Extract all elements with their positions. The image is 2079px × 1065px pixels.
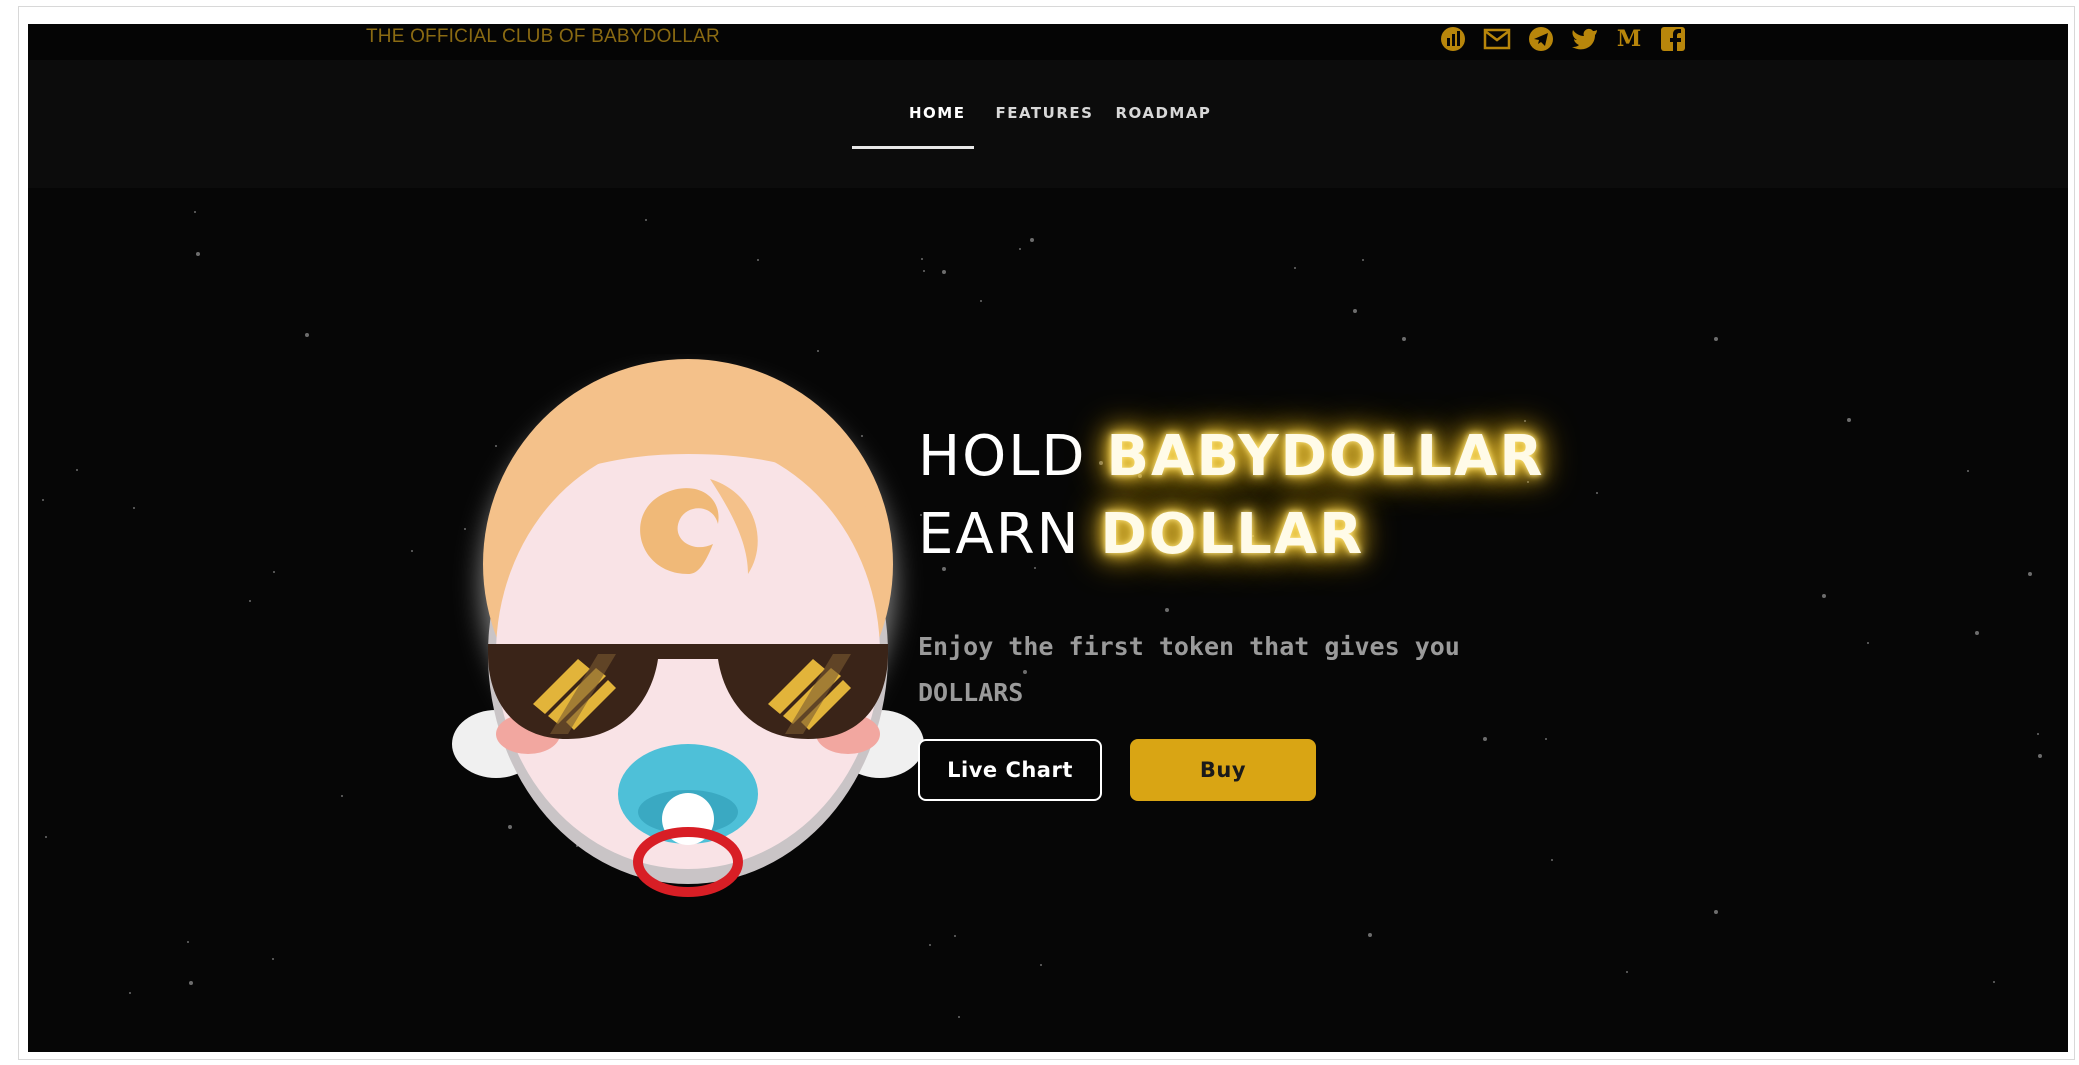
headline-line-2: EARN DOLLAR <box>918 496 1544 574</box>
twitter-icon[interactable] <box>1570 25 1600 53</box>
star <box>1596 492 1598 494</box>
live-chart-button[interactable]: Live Chart <box>918 739 1102 801</box>
star <box>1967 470 1969 472</box>
star <box>1402 337 1406 341</box>
star <box>45 836 47 838</box>
hero-subtitle: Enjoy the first token that gives you DOL… <box>918 632 1460 707</box>
headline-hold: HOLD <box>918 424 1087 489</box>
star <box>2028 572 2032 576</box>
headline-line-1: HOLD BABYDOLLAR <box>918 418 1544 496</box>
nav-features[interactable]: FEATURES <box>995 104 1115 122</box>
medium-icon[interactable]: M <box>1614 25 1644 53</box>
star <box>273 571 275 573</box>
star <box>923 270 925 272</box>
star <box>1165 608 1169 612</box>
star <box>954 935 956 937</box>
star <box>1545 738 1547 740</box>
star <box>1483 737 1487 741</box>
star <box>1822 594 1826 598</box>
star <box>196 252 200 256</box>
star <box>187 941 189 943</box>
star <box>1294 267 1296 269</box>
top-bar: THE OFFICIAL CLUB OF BABYDOLLAR M <box>28 24 2068 60</box>
social-links: M <box>1438 24 1688 54</box>
star <box>1626 971 1628 973</box>
star <box>929 944 931 946</box>
star <box>1551 859 1553 861</box>
star <box>2037 733 2039 735</box>
headline-babydollar: BABYDOLLAR <box>1106 424 1545 489</box>
star <box>2038 754 2042 758</box>
star <box>1975 631 1979 635</box>
star <box>757 259 759 261</box>
star <box>1714 910 1718 914</box>
star <box>1993 981 1995 983</box>
star <box>129 992 131 994</box>
telegram-icon[interactable] <box>1526 25 1556 53</box>
star <box>817 350 819 352</box>
chart-icon[interactable] <box>1438 25 1468 53</box>
headline-dollar: DOLLAR <box>1100 502 1365 567</box>
headline-earn: EARN <box>918 502 1081 567</box>
star <box>1040 964 1042 966</box>
star <box>1362 259 1364 261</box>
star <box>189 981 193 985</box>
star <box>249 600 251 602</box>
buy-button[interactable]: Buy <box>1130 739 1316 801</box>
star <box>958 1016 960 1018</box>
star <box>341 795 343 797</box>
nav-roadmap[interactable]: ROADMAP <box>1115 104 1211 122</box>
website: THE OFFICIAL CLUB OF BABYDOLLAR M HOME F… <box>28 24 2068 1052</box>
star <box>272 958 274 960</box>
navbar: HOME FEATURES ROADMAP <box>28 60 2068 188</box>
hero-headline: HOLD BABYDOLLAR EARN DOLLAR <box>918 418 1544 574</box>
star <box>1867 642 1869 644</box>
babydollar-mascot <box>452 359 924 897</box>
star <box>411 550 413 552</box>
star <box>42 499 44 501</box>
star <box>1353 309 1357 313</box>
star <box>942 270 946 274</box>
facebook-icon[interactable] <box>1658 25 1688 53</box>
star <box>194 211 196 213</box>
star <box>1368 933 1372 937</box>
mail-icon[interactable] <box>1482 25 1512 53</box>
star <box>76 469 78 471</box>
tagline: THE OFFICIAL CLUB OF BABYDOLLAR <box>366 26 720 47</box>
star <box>1847 418 1851 422</box>
star <box>1019 248 1021 250</box>
star <box>1030 238 1034 242</box>
star <box>645 219 647 221</box>
nav-active-underline <box>852 146 974 149</box>
main-nav: HOME FEATURES ROADMAP <box>852 104 1211 122</box>
star <box>1714 337 1718 341</box>
star <box>305 333 309 337</box>
star <box>133 507 135 509</box>
star <box>921 258 923 260</box>
nav-home[interactable]: HOME <box>852 104 995 122</box>
star <box>980 300 982 302</box>
page: THE OFFICIAL CLUB OF BABYDOLLAR M HOME F… <box>0 0 2079 1065</box>
